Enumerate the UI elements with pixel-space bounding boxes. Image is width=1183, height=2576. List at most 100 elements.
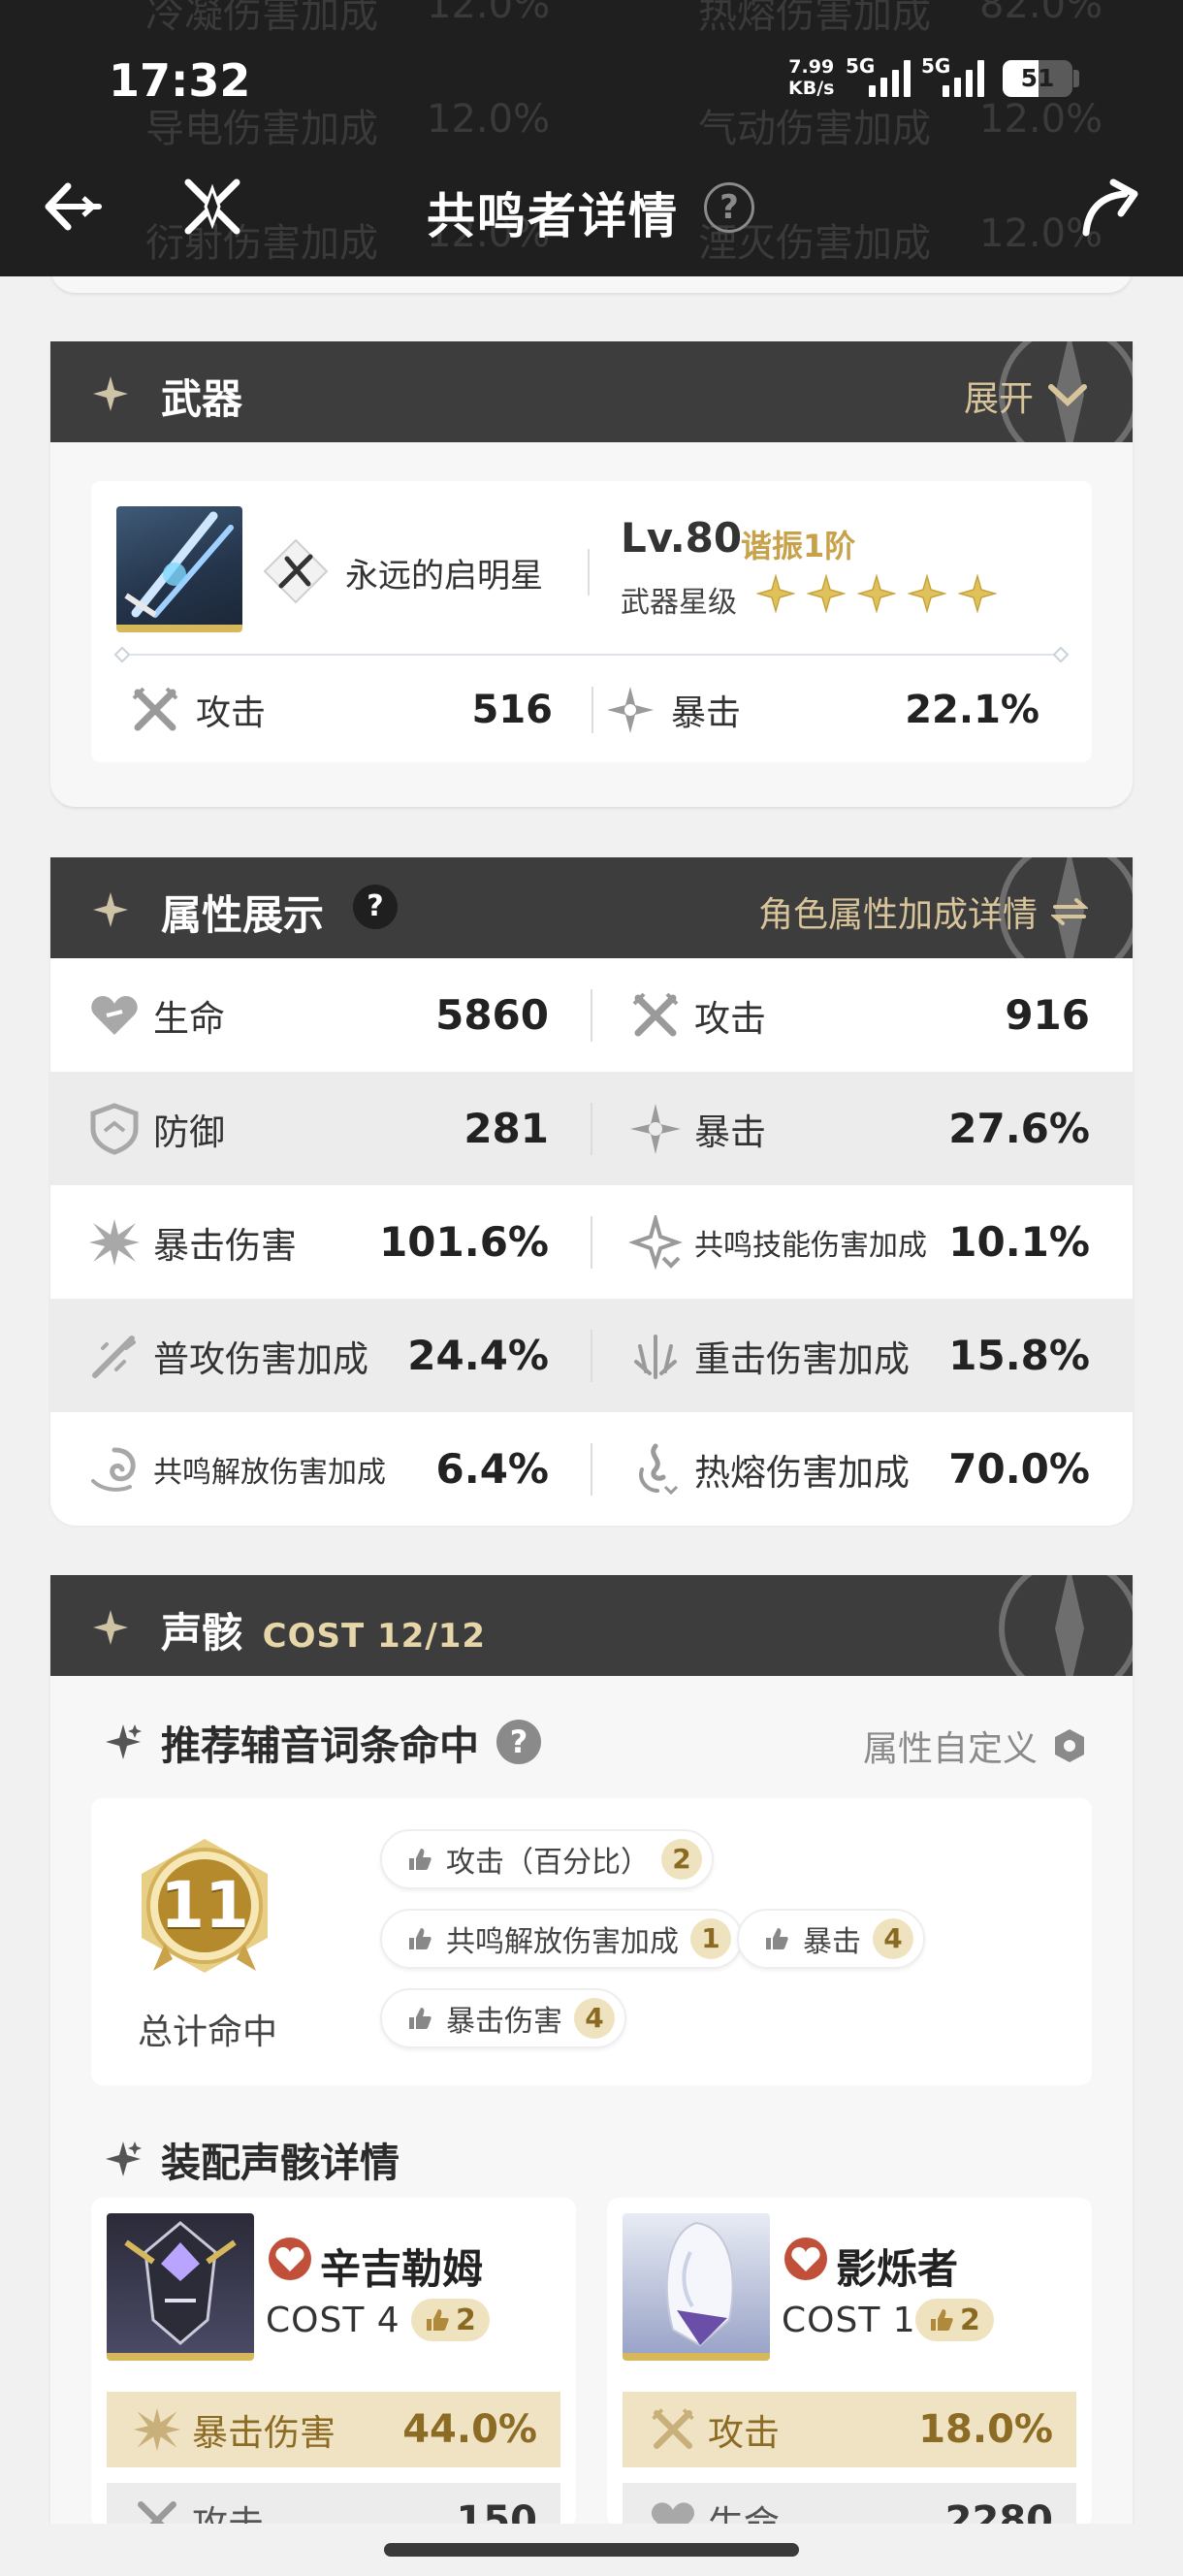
attack-icon xyxy=(132,687,178,731)
chevron-down-icon xyxy=(1048,384,1087,407)
thumbs-up-icon xyxy=(409,2008,432,2029)
crit-damage-icon xyxy=(89,1218,140,1266)
heart-icon xyxy=(91,995,138,1035)
chip-count: 4 xyxy=(574,1998,615,2039)
attribute-crit-damage: 暴击伤害 101.6% xyxy=(50,1185,592,1299)
echo-cost: COST 1 xyxy=(782,2301,916,2340)
custom-attribute-button[interactable]: 属性自定义 xyxy=(863,1721,1088,1771)
attribute-attack: 攻击 916 xyxy=(592,958,1133,1072)
equip-title: 装配声骸详情 xyxy=(103,2130,400,2188)
echo-like-badge: 2 xyxy=(915,2299,994,2341)
attribute-crit: 暴击 27.6% xyxy=(592,1072,1133,1185)
rank-star-icon xyxy=(908,574,946,613)
attribute-value: 5860 xyxy=(435,991,549,1039)
sparkle-icon xyxy=(106,2141,142,2176)
share-icon[interactable] xyxy=(1078,175,1142,239)
attribute-hp: 生命 5860 xyxy=(50,958,592,1072)
echo-portrait xyxy=(623,2213,770,2361)
weapon-panel: 武器 展开 永远的启明星 Lv.80 谐振1阶 武器星级 攻击 516 暴击 2… xyxy=(50,341,1133,807)
divider xyxy=(592,687,593,733)
echo-card[interactable]: 辛吉勒姆 COST 4 2 暴击伤害 44.0% 攻击 150 xyxy=(91,2198,576,2528)
chip-label: 暴击 xyxy=(803,1925,861,1959)
help-icon[interactable]: ? xyxy=(353,885,398,929)
hexagon-settings-icon xyxy=(1055,1729,1084,1762)
weapon-card[interactable]: 永远的启明星 Lv.80 谐振1阶 武器星级 攻击 516 暴击 22.1% xyxy=(91,481,1092,762)
attribute-label: 防御 xyxy=(153,1111,225,1153)
divider xyxy=(588,549,590,596)
sparkle-icon xyxy=(93,892,128,927)
attribute-label: 普攻伤害加成 xyxy=(153,1337,368,1380)
substat-chip: 暴击 4 xyxy=(737,1909,925,1969)
weapon-panel-header[interactable]: 武器 展开 xyxy=(50,341,1133,442)
attribute-value: 916 xyxy=(1005,991,1090,1039)
weapon-rank-label: 武器星级 xyxy=(621,586,737,620)
echo-portrait xyxy=(107,2213,254,2361)
weapon-resonance: 谐振1阶 xyxy=(741,528,856,564)
expand-button[interactable]: 展开 xyxy=(964,370,1088,421)
help-icon[interactable]: ? xyxy=(704,182,754,233)
rank-star-icon xyxy=(857,574,896,613)
chip-count: 4 xyxy=(873,1918,913,1959)
chip-count: 2 xyxy=(661,1839,702,1880)
attribute-label: 生命 xyxy=(153,997,225,1040)
stat-label: 暴击 xyxy=(671,693,742,733)
weapon-stat-crit: 暴击 22.1% xyxy=(605,681,1063,739)
echo-name: 影烁者 xyxy=(836,2245,959,2293)
attribute-value: 24.4% xyxy=(407,1332,549,1379)
attribute-row: 生命 5860 攻击 916 xyxy=(50,958,1133,1072)
help-icon[interactable]: ? xyxy=(496,1720,541,1764)
echoes-panel: 声骸 COST 12/12 推荐辅音词条命中 ? 属性自定义 11 总计命中 攻… xyxy=(50,1575,1133,2555)
thumbs-up-icon xyxy=(931,2309,953,2331)
echo-main-label: 攻击 xyxy=(708,2412,780,2454)
signal-bars-icon xyxy=(869,56,911,97)
attribute-label: 共鸣技能伤害加成 xyxy=(694,1228,927,1263)
back-arrow-icon[interactable] xyxy=(39,173,107,241)
echo-main-stat: 攻击 18.0% xyxy=(623,2392,1076,2467)
attribute-liberation-damage: 共鸣解放伤害加成 6.4% xyxy=(50,1412,592,1526)
thumbs-up-icon xyxy=(427,2309,449,2331)
attribute-detail-link[interactable]: 角色属性加成详情 xyxy=(758,886,1088,937)
panel-decoration-icon xyxy=(999,1575,1133,1676)
ghost-label: 气动伤害加成 xyxy=(698,107,931,151)
basic-attack-icon xyxy=(92,1335,136,1378)
ghost-value: 12.0% xyxy=(979,97,1103,142)
attribute-skill-damage: 共鸣技能伤害加成 10.1% xyxy=(592,1185,1133,1299)
total-hits: 11 xyxy=(160,1868,249,1943)
heavy-attack-icon xyxy=(634,1334,677,1379)
substat-chip: 暴击伤害 4 xyxy=(380,1988,626,2048)
echo-sub-label: 攻击 xyxy=(192,2503,264,2528)
rank-star-icon xyxy=(756,574,795,613)
stat-label: 攻击 xyxy=(196,693,267,733)
thumbs-up-icon xyxy=(409,1849,432,1870)
home-indicator[interactable] xyxy=(384,2543,799,2557)
attribute-heavy-attack: 重击伤害加成 15.8% xyxy=(592,1299,1133,1412)
echo-sub-stat: 攻击 150 xyxy=(107,2483,560,2528)
shield-icon xyxy=(90,1102,139,1155)
chip-label: 共鸣解放伤害加成 xyxy=(446,1925,679,1959)
stat-value: 516 xyxy=(471,688,554,732)
substat-chip: 共鸣解放伤害加成 1 xyxy=(380,1909,743,1969)
attribute-label: 共鸣解放伤害加成 xyxy=(153,1455,386,1490)
weapon-stat-attack: 攻击 516 xyxy=(130,681,576,739)
skill-icon xyxy=(628,1214,683,1270)
echoes-panel-header: 声骸 COST 12/12 xyxy=(50,1575,1133,1676)
echo-main-label: 暴击伤害 xyxy=(192,2412,336,2454)
crit-icon xyxy=(607,687,654,733)
fusion-icon xyxy=(639,1443,679,1495)
substat-chip: 攻击（百分比） 2 xyxy=(380,1829,714,1889)
echo-sub-stat: 生命 2280 xyxy=(623,2483,1076,2528)
attribute-value: 101.6% xyxy=(379,1218,549,1266)
game-logo-icon[interactable] xyxy=(180,175,244,239)
attribute-defense: 防御 281 xyxy=(50,1072,592,1185)
attribute-value: 6.4% xyxy=(435,1445,549,1493)
sword-icon xyxy=(124,511,234,618)
attribute-fusion-damage: 热熔伤害加成 70.0% xyxy=(592,1412,1133,1526)
echo-card[interactable]: 影烁者 COST 1 2 攻击 18.0% 生命 2280 xyxy=(607,2198,1092,2528)
top-bar: 冷凝伤害加成 12.0% 热熔伤害加成 82.0% 导电伤害加成 12.0% 气… xyxy=(0,0,1183,276)
attribute-row: 普攻伤害加成 24.4% 重击伤害加成 15.8% xyxy=(50,1299,1133,1412)
custom-attribute-label: 属性自定义 xyxy=(862,1729,1038,1769)
ghost-label: 冷凝伤害加成 xyxy=(145,0,378,37)
liberation-icon xyxy=(91,1447,136,1492)
attack-icon xyxy=(632,992,679,1036)
attribute-value: 281 xyxy=(464,1105,549,1152)
